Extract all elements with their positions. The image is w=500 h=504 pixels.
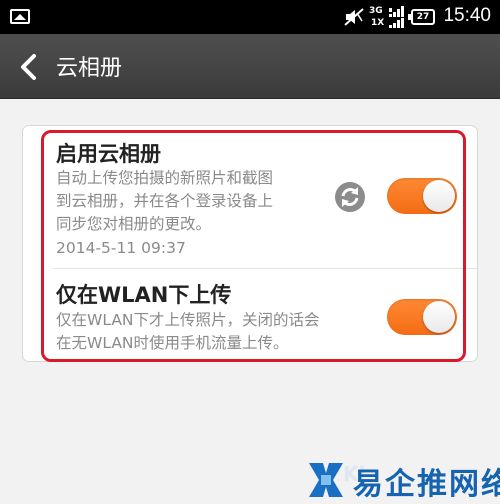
- wlan-only-toggle[interactable]: [387, 299, 457, 335]
- description-line: 在无WLAN时使用手机流量上传。: [56, 334, 289, 352]
- setting-title: 仅在WLAN下上传: [56, 283, 232, 307]
- watermark-logo-icon: [309, 463, 343, 497]
- description-line: 同步您对相册的更改。: [56, 215, 212, 233]
- cloud-album-toggle[interactable]: [387, 178, 457, 214]
- network-type-3g: 3G: [369, 6, 383, 16]
- mute-icon: [344, 8, 364, 26]
- sync-icon[interactable]: [334, 181, 366, 213]
- toggle-knob: [423, 180, 455, 212]
- page-title: 云相册: [56, 56, 123, 81]
- setting-description: 仅在WLAN下才上传照片，关闭的话会 在无WLAN时使用手机流量上传。: [56, 309, 320, 355]
- setting-description: 自动上传您拍摄的新照片和截图 到云相册，并在各个登录设备上 同步您对相册的更改。: [56, 167, 273, 236]
- network-type-1x: 1X: [371, 18, 385, 28]
- action-bar: 云相册: [0, 34, 500, 99]
- watermark: Kl 易企推网络: [305, 457, 500, 504]
- battery-icon: 27: [408, 9, 435, 25]
- description-line: 到云相册，并在各个登录设备上: [56, 192, 274, 210]
- description-line: 仅在WLAN下才上传照片，关闭的话会: [56, 311, 320, 329]
- setting-row-cloud-album[interactable]: 启用云相册 自动上传您拍摄的新照片和截图 到云相册，并在各个登录设备上 同步您对…: [23, 126, 479, 269]
- description-line: 自动上传您拍摄的新照片和截图: [56, 169, 274, 187]
- status-bar: 3G 1X 27 15:40: [0, 0, 500, 34]
- watermark-text: 易企推网络: [353, 467, 500, 502]
- last-sync-timestamp: 2014-5-11 09:37: [56, 239, 186, 257]
- status-time: 15:40: [443, 5, 491, 26]
- setting-row-wlan-only[interactable]: 仅在WLAN下上传 仅在WLAN下才上传照片，关闭的话会 在无WLAN时使用手机…: [23, 269, 479, 363]
- signal-icon: 3G 1X: [369, 4, 407, 30]
- gallery-icon: [10, 9, 30, 24]
- toggle-knob: [423, 301, 455, 333]
- setting-title: 启用云相册: [56, 142, 161, 166]
- settings-card: 启用云相册 自动上传您拍摄的新照片和截图 到云相册，并在各个登录设备上 同步您对…: [22, 125, 479, 363]
- back-arrow-icon[interactable]: [14, 52, 44, 82]
